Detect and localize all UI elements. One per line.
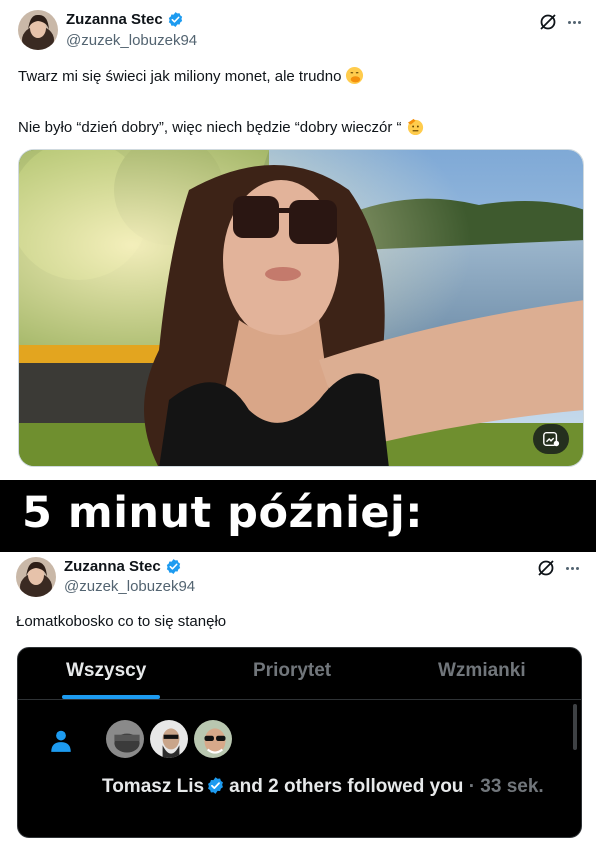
tweet-original: Zuzanna Stec @zuzek_lobuzek94 Twarz mi s… [0,0,596,480]
tab-priorytet[interactable]: Priorytet [253,660,331,682]
caption-text: 5 minut później: [22,488,423,538]
tab-wszyscy[interactable]: Wszyscy [66,660,146,682]
author-name-row[interactable]: Zuzanna Stec [66,11,184,28]
notification-text[interactable]: Tomasz Lis and 2 others followed you · 33… [102,774,562,800]
tweet-text-line-2-content: Nie było “dzień dobry”, więc niech będzi… [18,119,402,136]
person-icon [48,728,74,754]
verified-badge-icon [167,11,184,28]
caption-band: 5 minut później: [0,480,596,552]
author-handle[interactable]: @zuzek_lobuzek94 [66,32,197,49]
tweet-text-line-2: Nie było “dzień dobry”, więc niech będzi… [18,117,425,138]
avatar[interactable] [16,557,56,597]
avatar[interactable] [18,10,58,50]
notifications-panel: Wszyscy Priorytet Wzmianki Tomasz Lis and… [17,647,582,838]
author-handle[interactable]: @zuzek_lobuzek94 [64,578,195,595]
notification-time: · 33 sek. [468,776,544,797]
verified-badge-icon [165,558,182,575]
tweet-text-line-1-content: Twarz mi się świeci jak miliony monet, a… [18,68,342,85]
notification-user[interactable]: Tomasz Lis [102,776,204,797]
tweet-text-line-1: Twarz mi się świeci jak miliony monet, a… [18,66,364,87]
saluting-face-icon [406,117,425,136]
more-options-icon[interactable] [564,12,584,32]
follower-avatars [104,718,234,762]
tweet-text: Łomatkobosko co to się stanęło [16,613,227,630]
display-name[interactable]: Zuzanna Stec [66,11,163,28]
verified-badge-icon [206,776,225,795]
follower-avatar[interactable] [192,718,234,760]
notification-rest: and 2 others followed you [229,776,464,797]
face-with-hand-over-mouth-icon [345,66,364,85]
notification-tabs: Wszyscy Priorytet Wzmianki [18,648,581,700]
grok-icon[interactable] [536,558,556,578]
author-name-row[interactable]: Zuzanna Stec [64,558,182,575]
tweet-photo[interactable] [18,149,584,467]
scrollbar[interactable] [573,704,577,750]
follower-avatar[interactable] [148,718,190,760]
display-name[interactable]: Zuzanna Stec [64,558,161,575]
grok-icon[interactable] [538,12,558,32]
edit-image-icon[interactable] [533,424,569,454]
active-tab-indicator [62,695,160,699]
follower-avatar[interactable] [104,718,146,760]
more-options-icon[interactable] [562,558,582,578]
tab-wzmianki[interactable]: Wzmianki [438,660,526,682]
